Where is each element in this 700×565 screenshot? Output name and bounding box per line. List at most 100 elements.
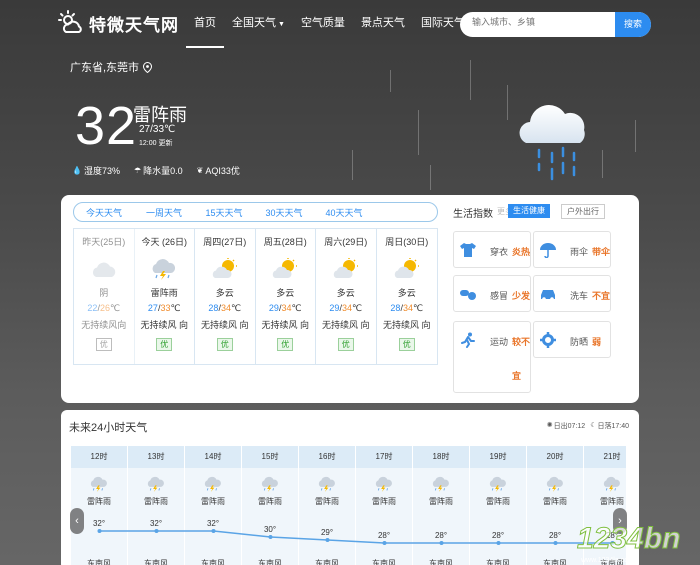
tab-30days[interactable]: 30天天气 [254,206,314,219]
temp-unit: ℃ [412,303,424,313]
tab-15days[interactable]: 15天天气 [194,206,254,219]
forecast-day-temp: 27/33℃ [135,303,195,314]
gear-icon [540,332,556,348]
temperature-curve [99,530,613,544]
precip-stat: ☂ 降水量0.0 [134,164,183,177]
forecast-day-name: 周四(27日) [203,237,247,247]
location[interactable]: 广东省,东莞市 [70,59,153,75]
forecast-day-temp: 28/34℃ [377,303,438,314]
caret-down-icon: ▼ [278,21,285,28]
life-item-value: 带伞 [592,247,611,257]
nav-scenic-weather[interactable]: 景点天气 [353,0,413,48]
search-button[interactable]: 搜索 [615,12,651,37]
temperature-point [268,535,273,539]
tab-week[interactable]: 一周天气 [134,206,194,219]
temp-low: 29 [268,303,279,313]
life-health-button[interactable]: 生活健康 [508,204,550,218]
rain-gauge-icon: ☂ [133,166,142,175]
air-quality-badge: 优 [337,338,354,351]
top-header: 特微天气网 首页 全国天气▼ 空气质量 景点天气 国际天气 搜索 [0,0,700,48]
life-item-value: 少发 [512,291,531,301]
thunder-rain-icon [152,259,176,280]
nav-national-weather[interactable]: 全国天气 ▼ [224,0,293,48]
nav-air-quality[interactable]: 空气质量 [293,0,353,48]
hourly-title: 未来24小时天气 [69,422,148,434]
location-pin-icon [143,61,153,73]
life-item-umbrella[interactable]: 雨伞 带伞 [533,231,611,268]
air-quality-badge: 优 [95,338,112,351]
forecast-day[interactable]: 周五(28日) 多云 29/34℃ 无持续风 向优 [256,229,316,364]
temperature-point [325,538,330,542]
forecast-day-condition: 多云 [276,288,295,298]
temp-high: 34 [220,303,231,313]
life-outdoor-button[interactable]: 户外出行 [561,204,605,219]
temp-unit: ℃ [291,303,302,313]
temperature-point [553,541,558,545]
forecast-day-name: 今天 (26日) [141,237,187,247]
forecast-day-name: 昨天(25日) [82,237,126,247]
forecast-day-temp: 28/34℃ [195,303,255,314]
life-item-clothing[interactable]: 穿衣 炎热 [453,231,531,268]
forecast-day-icon-wrap [332,258,360,280]
temperature-point [97,529,102,533]
temp-unit: ℃ [109,303,121,313]
forecast-day-wind: 无持续风 向 [321,320,370,330]
forecast-day-condition: 多云 [397,288,416,298]
life-item-value: 不宜 [592,291,611,301]
temperature-point [496,541,501,545]
forecast-card: 今天天气 一周天气 15天天气 30天天气 40天天气 昨天(25日) 阴 22/2… [61,195,639,403]
nav-home-label: 首页 [194,17,216,29]
pill-icon [460,290,476,300]
aqi-value: AQI33优 [205,166,240,176]
forecast-day[interactable]: 今天 (26日) 雷阵雨 27/33℃ 无持续风 向优 [135,229,195,364]
precip-value: 降水量0.0 [143,166,183,176]
sun-times: ✺ 日出07:12 ☾ 日落17:40 [542,421,629,431]
site-logo[interactable]: 特微天气网 [58,10,179,36]
forecast-day-condition: 阴 [99,288,109,298]
humidity-value: 湿度73% [83,166,120,176]
temp-low: 29 [329,303,340,313]
life-item-name: 防晒 [570,337,589,347]
tab-today[interactable]: 今天天气 [74,206,134,219]
air-quality-badge: 优 [398,338,415,351]
aqi-stat[interactable]: ❦ AQI33优 [197,164,240,177]
temperature-line [97,529,615,545]
current-temperature: 32 [75,96,138,156]
scroll-left-button[interactable]: ‹ [70,508,84,534]
car-icon [541,290,555,301]
hourly-card: 未来24小时天气 ✺ 日出07:12 ☾ 日落17:40 12时 雷阵雨 32° 东南风 1… [61,410,639,565]
temp-low: 28 [390,303,401,313]
runner-icon [461,332,475,348]
forecast-day-name: 周六(29日) [324,237,368,247]
temperature-point [439,541,444,545]
forecast-day-wind: 无持续风向 [81,320,127,330]
nav-international-label: 国际天气 [420,17,465,29]
moon-icon: ☾ [590,422,597,429]
sunrise-icon: ✺ [546,422,553,429]
sun-cloud-logo-icon [58,10,82,33]
droplet-icon: 💧 [72,166,82,175]
partly-cloudy-icon [212,258,237,278]
life-item-value: 较不宜 [512,337,531,381]
nav-home[interactable]: 首页 [186,0,224,48]
life-item-sunscreen[interactable]: 防晒 弱 [533,321,611,358]
search-input[interactable] [472,17,612,27]
sunrise-time: 日出07:12 [553,423,586,430]
forecast-day[interactable]: 周四(27日) 多云 28/34℃ 无持续风 向优 [195,229,256,364]
life-item-name: 雨伞 [570,247,589,257]
nav-air-label: 空气质量 [300,17,345,29]
svg-text:www.1234la.com: www.1234la.com [580,557,634,564]
life-item-sport[interactable]: 运动 较不宜 [453,321,531,393]
forecast-day[interactable]: 周日(30日) 多云 28/34℃ 无持续风 向优 [377,229,438,364]
rain-cloud-icon [519,105,585,181]
tab-40days[interactable]: 40天天气 [314,206,374,219]
forecast-day-condition: 多云 [336,288,355,298]
forecast-day[interactable]: 周六(29日) 多云 29/34℃ 无持续风 向优 [316,229,377,364]
life-item-cold[interactable]: 感冒 少发 [453,275,531,312]
temperature-point [154,529,159,533]
life-item-name: 穿衣 [490,247,509,257]
life-item-carwash[interactable]: 洗车 不宜 [533,275,611,312]
forecast-day[interactable]: 昨天(25日) 阴 22/26℃ 无持续风向优 [74,229,135,364]
update-time: 12:00 更新 [139,140,173,147]
life-item-name: 感冒 [490,291,509,301]
